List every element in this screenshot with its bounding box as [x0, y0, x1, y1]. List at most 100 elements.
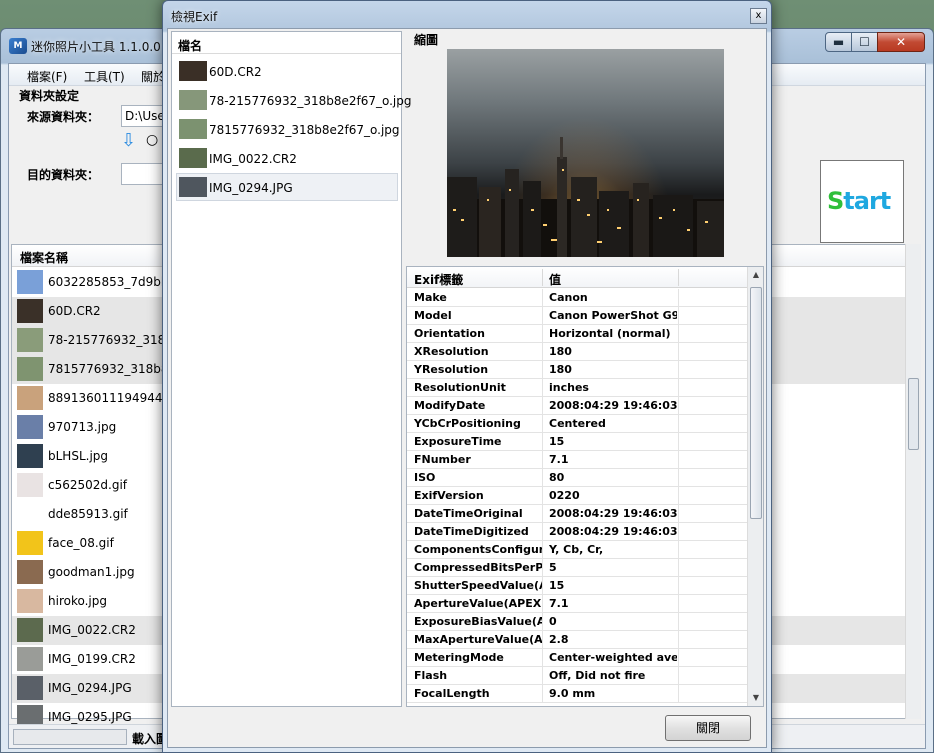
exif-row[interactable]: MaxApertureValue(AP... 2.8 [407, 631, 747, 649]
exif-row[interactable]: Orientation Horizontal (normal) [407, 325, 747, 343]
exif-tag: DateTimeDigitized [414, 525, 529, 538]
cell-divider [678, 325, 679, 343]
cell-divider [542, 397, 543, 415]
file-name: IMG_0022.CR2 [48, 623, 136, 637]
exif-row[interactable]: YCbCrPositioning Centered [407, 415, 747, 433]
menu-file[interactable]: 檔案(F) [27, 68, 67, 85]
exif-row[interactable]: YResolution 180 [407, 361, 747, 379]
exif-row[interactable]: Model Canon PowerShot G9 [407, 307, 747, 325]
file-name: dde85913.gif [48, 507, 128, 521]
exif-file-thumbnail [179, 61, 207, 81]
exif-client-area: 檔名 60D.CR2 78-215776932_318b8e2f67_o.jpg 7… [167, 28, 767, 748]
exif-tag-column-header[interactable]: Exif標籤 [414, 271, 463, 288]
exif-tag: MaxApertureValue(AP... [414, 633, 542, 646]
exif-row[interactable]: ModifyDate 2008:04:29 19:46:03 [407, 397, 747, 415]
exif-file-row[interactable]: IMG_0022.CR2 [176, 144, 398, 172]
scroll-up-icon[interactable]: ▲ [748, 267, 763, 283]
exif-value: Centered [549, 417, 606, 430]
exif-file-list-header-label: 檔名 [178, 39, 203, 53]
cell-divider [678, 559, 679, 577]
exif-row[interactable]: ExposureBiasValue(A... 0 [407, 613, 747, 631]
close-dialog-button[interactable]: 關閉 [665, 715, 751, 741]
exif-tag: ModifyDate [414, 399, 486, 412]
cell-divider [678, 451, 679, 469]
menu-tools[interactable]: 工具(T) [84, 68, 125, 85]
file-thumbnail [17, 502, 43, 526]
exif-row[interactable]: ISO 80 [407, 469, 747, 487]
main-scroll-thumb[interactable] [908, 378, 919, 450]
minimize-button[interactable]: ▬ [825, 32, 852, 52]
exif-file-thumbnail [179, 90, 207, 110]
exif-row[interactable]: ComponentsConfigur... Y, Cb, Cr, [407, 541, 747, 559]
main-window-title: 迷你照片小工具 1.1.0.0 [31, 40, 161, 54]
exif-value: 5 [549, 561, 557, 574]
radio-icon[interactable]: ○ [146, 132, 158, 148]
exif-row[interactable]: FocalLength 9.0 mm [407, 685, 747, 703]
exif-file-row[interactable]: 78-215776932_318b8e2f67_o.jpg [176, 86, 412, 114]
scroll-down-icon[interactable]: ▼ [748, 690, 763, 706]
exif-row[interactable]: Make Canon [407, 289, 747, 307]
exif-row[interactable]: ResolutionUnit inches [407, 379, 747, 397]
exif-tag: ApertureValue(APEX) [414, 597, 542, 610]
exif-value: 9.0 mm [549, 687, 596, 700]
file-thumbnail [17, 444, 43, 468]
start-logo-rest: tart [843, 187, 891, 215]
header-divider [678, 269, 679, 286]
exif-value-column-header[interactable]: 值 [549, 271, 561, 288]
exif-row[interactable]: ExposureTime 15 [407, 433, 747, 451]
cell-divider [678, 685, 679, 703]
exif-value: 15 [549, 579, 565, 592]
exif-file-name: 7815776932_318b8e2f67_o.jpg [209, 123, 400, 137]
cell-divider [542, 631, 543, 649]
cell-divider [542, 577, 543, 595]
file-name: IMG_0294.JPG [48, 681, 132, 695]
exif-row[interactable]: DateTimeDigitized 2008:04:29 19:46:03 [407, 523, 747, 541]
exif-file-list[interactable]: 檔名 60D.CR2 78-215776932_318b8e2f67_o.jpg 7… [171, 31, 412, 707]
exif-row[interactable]: MeteringMode Center-weighted aver... [407, 649, 747, 667]
exif-row[interactable]: XResolution 180 [407, 343, 747, 361]
exif-row[interactable]: DateTimeOriginal 2008:04:29 19:46:03 [407, 505, 747, 523]
exif-file-row[interactable]: IMG_0294.JPG [176, 173, 398, 201]
close-window-button[interactable]: ✕ [877, 32, 925, 52]
exif-table-scrollbar[interactable]: ▲ ▼ [747, 267, 763, 706]
exif-tag: YCbCrPositioning [414, 417, 521, 430]
file-thumbnail [17, 299, 43, 323]
exif-row[interactable]: ExifVersion 0220 [407, 487, 747, 505]
exif-row[interactable]: CompressedBitsPerPixel 5 [407, 559, 747, 577]
exif-file-row[interactable]: 60D.CR2 [176, 57, 398, 85]
dest-folder-label: 目的資料夾： [27, 168, 100, 182]
cell-divider [542, 595, 543, 613]
down-arrow-icon[interactable]: ⇩ [121, 130, 136, 151]
exif-file-list-header[interactable]: 檔名 [172, 32, 401, 54]
file-name: IMG_0295.JPG [48, 710, 132, 724]
maximize-button[interactable]: ☐ [851, 32, 878, 52]
exif-scroll-thumb[interactable] [750, 287, 762, 519]
main-list-scrollbar[interactable] [905, 244, 921, 719]
exif-row[interactable]: FNumber 7.1 [407, 451, 747, 469]
exif-tag: DateTimeOriginal [414, 507, 523, 520]
exif-row[interactable]: ApertureValue(APEX) 7.1 [407, 595, 747, 613]
exif-value: inches [549, 381, 589, 394]
cell-divider [542, 613, 543, 631]
exif-tag: YResolution [414, 363, 489, 376]
cell-divider [542, 523, 543, 541]
exif-value: 180 [549, 363, 572, 376]
exif-table[interactable]: Exif標籤 值 Make Canon Model Canon PowerShot G… [406, 266, 764, 707]
file-thumbnail [17, 270, 43, 294]
exif-row[interactable]: Flash Off, Did not fire [407, 667, 747, 685]
cell-divider [542, 433, 543, 451]
exif-table-header: Exif標籤 值 [407, 267, 747, 288]
exif-value: Center-weighted aver... [549, 651, 677, 664]
cell-divider [678, 397, 679, 415]
start-button[interactable]: Start [820, 160, 904, 243]
header-divider [542, 269, 543, 286]
exif-row[interactable]: ShutterSpeedValue(A... 15 [407, 577, 747, 595]
cell-divider [542, 451, 543, 469]
file-thumbnail [17, 473, 43, 497]
exif-dialog: 檢視Exif x 檔名 60D.CR2 78-215776932_318b8e2f… [162, 0, 772, 753]
exif-tag: Model [414, 309, 452, 322]
file-thumbnail [17, 357, 43, 381]
cell-divider [678, 415, 679, 433]
exif-close-icon[interactable]: x [750, 8, 767, 24]
exif-file-row[interactable]: 7815776932_318b8e2f67_o.jpg [176, 115, 400, 143]
